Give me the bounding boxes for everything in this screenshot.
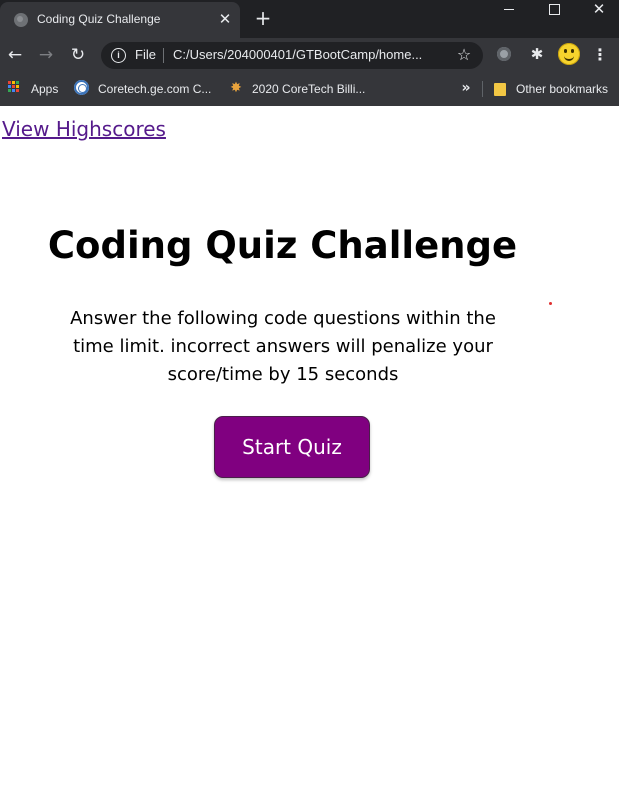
page-title: Coding Quiz Challenge [47, 224, 518, 267]
browser-tab[interactable]: Coding Quiz Challenge ✕ [0, 2, 240, 38]
quiz-description: Answer the following code questions with… [70, 308, 496, 385]
maximize-button[interactable] [531, 0, 577, 20]
forward-button[interactable]: → [35, 44, 57, 66]
bookmark-billing[interactable]: 2020 CoreTech Billi... [252, 80, 365, 98]
bookmarks-divider [482, 81, 483, 97]
start-quiz-button[interactable]: Start Quiz [214, 416, 370, 478]
scheme-label: File [135, 47, 156, 62]
page-content: View Highscores Coding Quiz Challenge An… [0, 106, 619, 806]
reload-button[interactable]: ↻ [67, 44, 89, 66]
tab-title: Coding Quiz Challenge [37, 12, 161, 26]
apps-grid-icon [8, 81, 20, 93]
tab-strip: Coding Quiz Challenge ✕ + ✕ [0, 0, 619, 38]
ge-logo-icon [74, 80, 89, 95]
folder-icon [494, 83, 506, 96]
record-icon[interactable] [497, 47, 511, 61]
bookmark-other[interactable]: Other bookmarks [516, 80, 608, 98]
view-highscores-link[interactable]: View Highscores [2, 117, 166, 141]
back-button[interactable]: ← [4, 44, 26, 66]
bookmark-star-icon[interactable]: ☆ [455, 45, 473, 65]
bookmarks-overflow-icon[interactable]: » [459, 79, 473, 97]
puzzle-icon[interactable]: ✱ [527, 44, 547, 64]
site-info-icon[interactable]: i [111, 48, 126, 63]
bookmark-apps[interactable]: Apps [31, 80, 58, 98]
omnibox-divider [163, 48, 164, 63]
bookmark-coretech[interactable]: Coretech.ge.com C... [98, 80, 211, 98]
address-bar[interactable]: i File C:/Users/204000401/GTBootCamp/hom… [101, 42, 483, 69]
profile-avatar[interactable] [558, 43, 580, 65]
new-tab-button[interactable]: + [253, 7, 273, 29]
browser-toolbar: ← → ↻ i File C:/Users/204000401/GTBootCa… [0, 38, 619, 73]
url-text[interactable]: C:/Users/204000401/GTBootCamp/home... [173, 47, 445, 62]
close-tab-icon[interactable]: ✕ [217, 10, 233, 28]
minimize-button[interactable] [486, 0, 532, 20]
globe-icon [14, 13, 28, 27]
window-close-button[interactable]: ✕ [576, 0, 619, 20]
bookmarks-bar: Apps Coretech.ge.com C... ✸ 2020 CoreTec… [0, 73, 619, 106]
browser-menu-icon[interactable]: ⋮ [592, 44, 608, 66]
sparkle-icon: ✸ [230, 80, 242, 96]
cursor-dot [549, 302, 552, 305]
